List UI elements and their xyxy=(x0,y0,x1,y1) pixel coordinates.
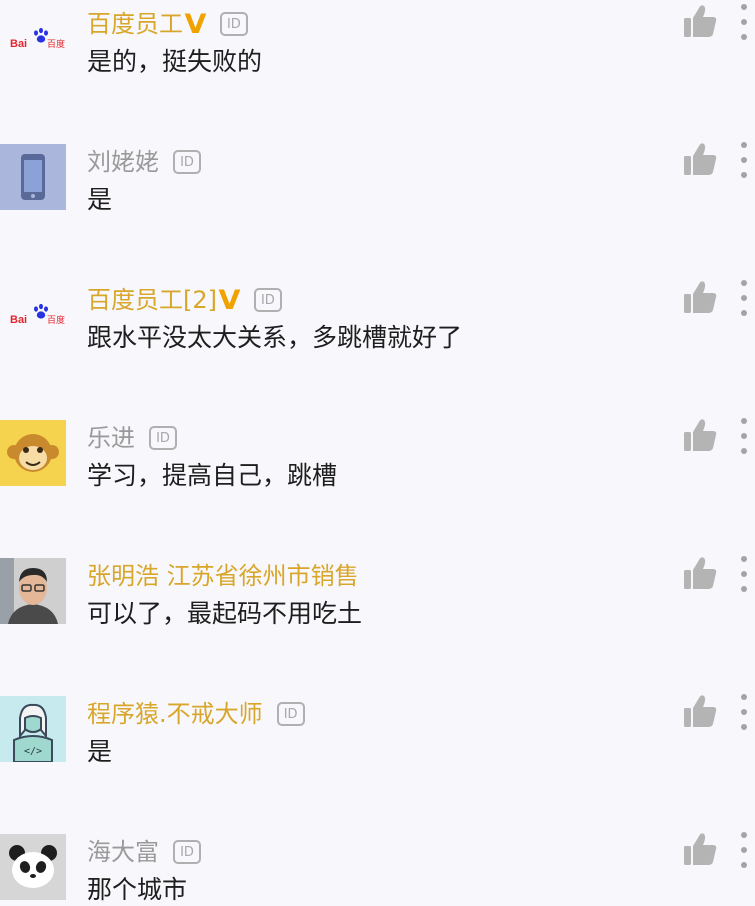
more-options-icon[interactable] xyxy=(738,4,750,40)
person-photo-avatar-icon xyxy=(0,558,66,624)
like-thumb-icon[interactable] xyxy=(683,280,717,314)
username[interactable]: 海大富 xyxy=(87,836,159,868)
id-badge: ID xyxy=(219,12,248,36)
comment-item: 张明浩 江苏省徐州市销售 可以了，最起码不用吃土 xyxy=(0,556,755,694)
like-thumb-icon[interactable] xyxy=(683,694,717,728)
comment-list: Bai 百度 百度员工 V ID 是的，挺失败的 刘姥姥 ID 是 Bai 百度… xyxy=(0,0,755,905)
more-options-icon[interactable] xyxy=(738,694,750,730)
comment-text: 是 xyxy=(87,737,113,766)
panda-avatar-icon xyxy=(0,834,66,900)
username[interactable]: 程序猿.不戒大师 xyxy=(87,698,263,730)
more-options-icon[interactable] xyxy=(738,418,750,454)
more-options-icon[interactable] xyxy=(738,280,750,316)
comment-text: 是 xyxy=(87,185,113,214)
like-thumb-icon[interactable] xyxy=(683,142,717,176)
baidu-logo-icon: Bai 百度 xyxy=(0,280,66,346)
avatar[interactable] xyxy=(0,558,66,624)
svg-text:百度: 百度 xyxy=(47,38,65,50)
more-options-icon[interactable] xyxy=(738,832,750,868)
coder-avatar-icon: </> xyxy=(0,696,66,762)
verified-v-icon: V xyxy=(184,8,207,40)
avatar[interactable] xyxy=(0,144,66,210)
avatar[interactable]: </> xyxy=(0,696,66,762)
comment-text: 那个城市 xyxy=(87,875,188,904)
monkey-avatar-icon xyxy=(0,420,66,486)
comment-text: 可以了，最起码不用吃土 xyxy=(87,599,363,628)
avatar[interactable]: Bai 百度 xyxy=(0,280,66,346)
svg-text:Bai: Bai xyxy=(10,38,27,50)
baidu-logo-icon: Bai 百度 xyxy=(0,4,66,70)
svg-text:Bai: Bai xyxy=(10,314,27,326)
id-badge: ID xyxy=(173,150,201,174)
comment-item: 乐进 ID 学习，提高自己，跳槽 xyxy=(0,418,755,556)
avatar[interactable] xyxy=(0,420,66,486)
like-thumb-icon[interactable] xyxy=(683,4,717,38)
comment-item: 刘姥姥 ID 是 xyxy=(0,142,755,280)
username[interactable]: 乐进 xyxy=(87,422,135,454)
phone-avatar-icon xyxy=(0,144,66,210)
comment-item: Bai 百度 百度员工[2] V ID 跟水平没太大关系，多跳槽就好了 xyxy=(0,280,755,418)
comment-item: </> 程序猿.不戒大师 ID 是 xyxy=(0,694,755,832)
like-thumb-icon[interactable] xyxy=(683,832,717,866)
username[interactable]: 百度员工 xyxy=(87,8,183,40)
svg-text:</>: </> xyxy=(24,746,42,757)
comment-text: 学习，提高自己，跳槽 xyxy=(87,461,338,490)
id-badge: ID xyxy=(149,426,177,450)
username[interactable]: 百度员工[2] xyxy=(87,284,217,316)
svg-text:百度: 百度 xyxy=(47,314,65,326)
username[interactable]: 刘姥姥 xyxy=(87,146,159,178)
like-thumb-icon[interactable] xyxy=(683,556,717,590)
more-options-icon[interactable] xyxy=(738,556,750,592)
username[interactable]: 张明浩 江苏省徐州市销售 xyxy=(87,560,359,592)
verified-v-icon: V xyxy=(218,284,241,316)
more-options-icon[interactable] xyxy=(738,142,750,178)
like-thumb-icon[interactable] xyxy=(683,418,717,452)
id-badge: ID xyxy=(173,840,201,864)
id-badge: ID xyxy=(253,288,282,312)
comment-item: Bai 百度 百度员工 V ID 是的，挺失败的 xyxy=(0,4,755,142)
comment-text: 是的，挺失败的 xyxy=(87,47,263,76)
id-badge: ID xyxy=(276,702,305,726)
avatar[interactable]: Bai 百度 xyxy=(0,4,66,70)
avatar[interactable] xyxy=(0,834,66,900)
comment-text: 跟水平没太大关系，多跳槽就好了 xyxy=(87,323,463,352)
comment-item: 海大富 ID 那个城市 xyxy=(0,832,755,905)
